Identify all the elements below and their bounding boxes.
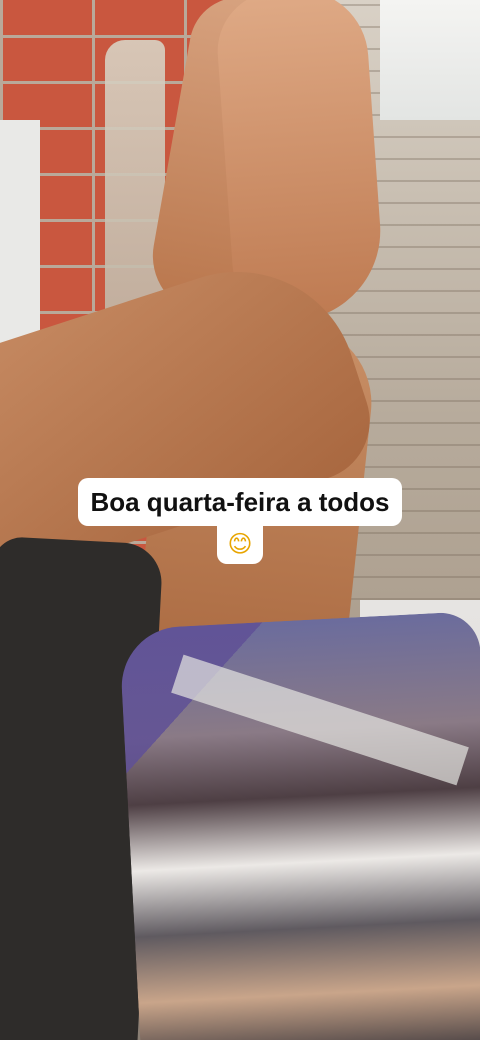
- smile-emoji-icon: 😊: [217, 524, 263, 564]
- window: [380, 0, 480, 120]
- printed-shorts: [118, 610, 480, 1040]
- caption-text: Boa quarta-feira a todos: [78, 478, 402, 526]
- caption: Boa quarta-feira a todos 😊: [0, 478, 480, 564]
